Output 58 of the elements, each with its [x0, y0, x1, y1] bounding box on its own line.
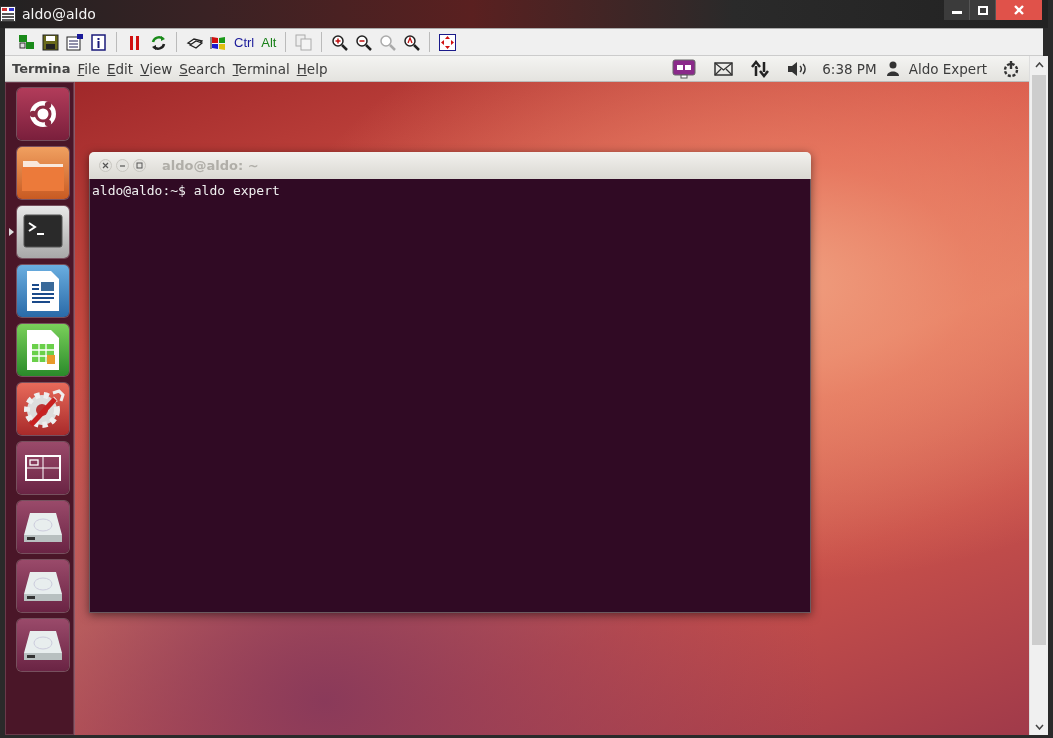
- caret-down-icon: [1034, 723, 1044, 730]
- close-button[interactable]: [99, 159, 112, 172]
- network-arrows-icon[interactable]: [751, 59, 770, 78]
- launcher-item[interactable]: [17, 206, 69, 258]
- app-name: Termina: [12, 61, 71, 76]
- launcher-item[interactable]: [17, 265, 69, 317]
- display-icon[interactable]: [672, 58, 697, 79]
- save-button[interactable]: [41, 31, 60, 53]
- vnc-logo-icon: [0, 6, 16, 22]
- user-name[interactable]: Aldo Expert: [908, 60, 987, 77]
- zoom-in-icon: [331, 33, 349, 51]
- save-icon: [42, 33, 59, 51]
- minimize-icon: [119, 162, 126, 169]
- alt-key-button[interactable]: Alt: [260, 31, 278, 53]
- fullscreen-button[interactable]: [438, 31, 458, 53]
- maximize-icon: [977, 5, 988, 15]
- ctrl-key-button[interactable]: Ctrl: [233, 31, 256, 53]
- volume-icon[interactable]: [787, 60, 808, 77]
- launcher-item[interactable]: [17, 619, 69, 671]
- terminal-line: aldo@aldo:~$ aldo expert: [92, 182, 281, 199]
- window-title: aldo@aldo: [22, 6, 96, 22]
- power-gear-icon[interactable]: [1002, 59, 1020, 78]
- menu-item[interactable]: Edit: [107, 60, 134, 77]
- close-icon: [1014, 5, 1024, 15]
- zoom-actual-icon: [379, 33, 397, 51]
- close-icon: [102, 162, 109, 169]
- menu-item[interactable]: Terminal: [232, 60, 290, 77]
- connections-icon: [18, 33, 35, 51]
- launcher-item[interactable]: [17, 501, 69, 553]
- info-icon: [90, 33, 107, 51]
- scrollbar[interactable]: [1029, 56, 1048, 735]
- clock[interactable]: 6:38 PM: [822, 60, 877, 77]
- close-button[interactable]: [996, 0, 1042, 20]
- zoom-out-icon: [355, 33, 373, 51]
- copy-icon: [295, 33, 313, 51]
- launcher-item[interactable]: [17, 442, 69, 494]
- minimize-button[interactable]: [944, 0, 970, 20]
- launcher-item[interactable]: [17, 560, 69, 612]
- terminal-body[interactable]: aldo@aldo:~$ aldo expert: [89, 179, 811, 613]
- scrollbar-thumb[interactable]: [1032, 75, 1046, 645]
- maximize-icon: [136, 162, 143, 169]
- window-title: aldo@aldo: ~: [162, 158, 259, 173]
- fullscreen-icon: [439, 33, 457, 51]
- refresh-icon: [150, 33, 167, 51]
- maximize-button[interactable]: [970, 0, 996, 20]
- menu-item[interactable]: View: [140, 60, 173, 77]
- launcher-item[interactable]: [17, 88, 69, 140]
- mail-icon[interactable]: [714, 61, 734, 76]
- person-icon[interactable]: [886, 61, 899, 76]
- caret-up-icon: [1034, 61, 1044, 68]
- zoom-fit-icon: [403, 33, 421, 51]
- options-icon: [66, 33, 83, 51]
- menu-item[interactable]: Search: [179, 60, 226, 77]
- menu-item[interactable]: File: [77, 60, 100, 77]
- launcher-item[interactable]: [17, 383, 69, 435]
- options-button[interactable]: [65, 31, 84, 53]
- info-button[interactable]: [89, 31, 108, 53]
- menu-item[interactable]: Help: [296, 60, 328, 77]
